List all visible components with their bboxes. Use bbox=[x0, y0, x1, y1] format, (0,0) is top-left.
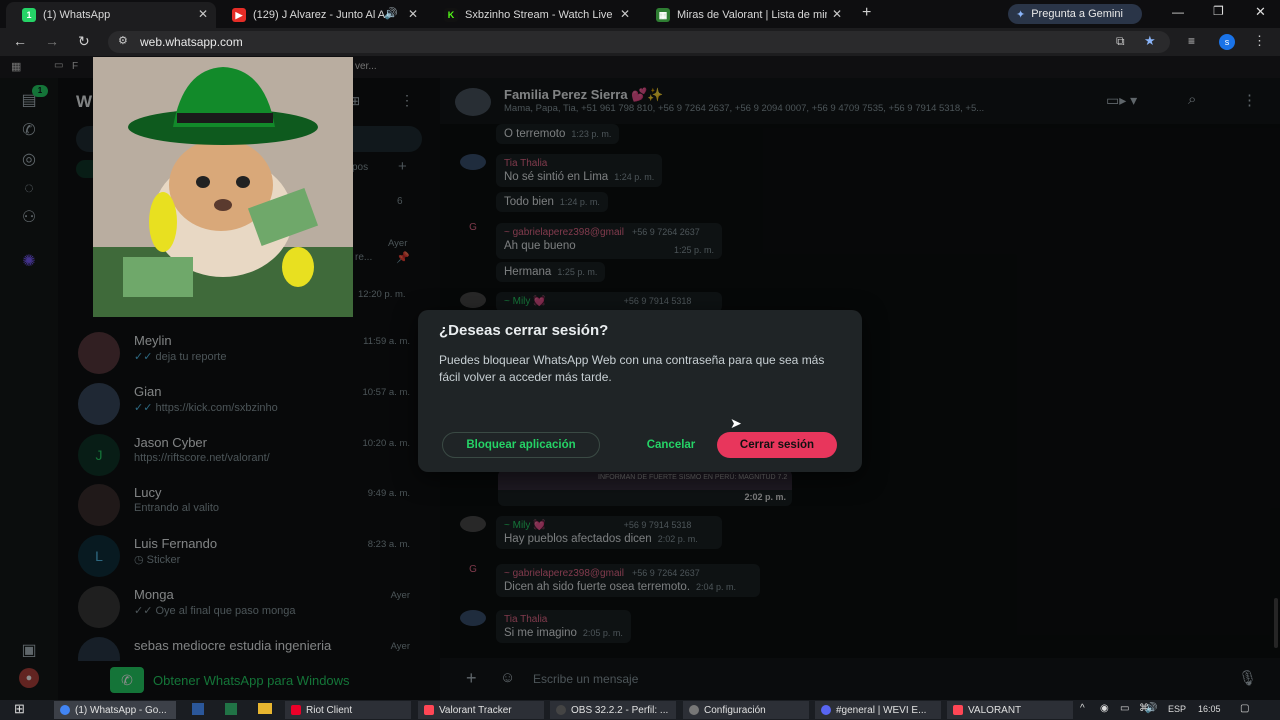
volume-icon[interactable]: 🔊 bbox=[1145, 703, 1157, 714]
tab-title: Sxbzinho Stream - Watch Live o bbox=[465, 9, 615, 21]
reload-icon[interactable]: ↻ bbox=[78, 33, 90, 50]
chihuahua-meme-overlay bbox=[93, 57, 353, 317]
chrome-icon bbox=[60, 705, 70, 715]
taskbar-item-settings[interactable]: Configuración bbox=[683, 701, 809, 719]
close-tab-icon[interactable]: ✕ bbox=[408, 7, 418, 21]
kick-favicon-icon: K bbox=[444, 8, 458, 22]
gemini-sparkle-icon: ✦ bbox=[1016, 8, 1026, 21]
close-tab-icon[interactable]: ✕ bbox=[832, 7, 842, 21]
chihuahua-meme-image bbox=[93, 57, 353, 317]
address-bar: ← → ↻ ⚙ web.whatsapp.com ⧉ ★ ≡ s ⋮ bbox=[0, 28, 1280, 56]
tracker-icon bbox=[424, 705, 434, 715]
youtube-favicon-icon: ▶ bbox=[232, 8, 246, 22]
clock[interactable]: 16:05 bbox=[1198, 704, 1221, 714]
riot-icon bbox=[291, 705, 301, 715]
start-menu-icon[interactable]: ⊞ bbox=[14, 701, 25, 717]
lock-app-button[interactable]: Bloquear aplicación bbox=[442, 432, 600, 458]
obs-icon bbox=[556, 705, 566, 715]
cast-icon[interactable]: ⧉ bbox=[1116, 34, 1125, 49]
dialog-title: ¿Deseas cerrar sesión? bbox=[439, 322, 609, 339]
taskbar-item-obs[interactable]: OBS 32.2.2 - Perfil: ... bbox=[550, 701, 676, 719]
taskbar-label: OBS 32.2.2 - Perfil: ... bbox=[571, 704, 669, 716]
taskbar-label: Riot Client bbox=[306, 704, 353, 716]
taskbar-item-valorant[interactable]: VALORANT bbox=[947, 701, 1073, 719]
forward-arrow-icon[interactable]: → bbox=[45, 33, 59, 49]
sheets-favicon-icon: ▦ bbox=[656, 8, 670, 22]
tab-title: (129) J Alvarez - Junto Al A bbox=[253, 9, 386, 21]
windows-taskbar: ⊞ (1) WhatsApp - Go... Riot Client Valor… bbox=[0, 700, 1280, 720]
file-explorer-icon[interactable] bbox=[258, 703, 272, 714]
back-arrow-icon[interactable]: ← bbox=[13, 33, 27, 49]
taskbar-label: Configuración bbox=[704, 704, 766, 716]
excel-icon[interactable] bbox=[225, 703, 237, 715]
browser-tab-bar: 1 (1) WhatsApp ✕ ▶ (129) J Alvarez - Jun… bbox=[0, 0, 1280, 28]
audio-playing-icon[interactable]: 🔊 bbox=[384, 7, 398, 20]
tray-overflow-icon[interactable]: ^ bbox=[1080, 703, 1085, 714]
taskbar-item-discord[interactable]: #general | WEVI E... bbox=[815, 701, 941, 719]
tab-whatsapp[interactable]: 1 (1) WhatsApp ✕ bbox=[6, 2, 216, 28]
profile-avatar[interactable]: s bbox=[1219, 34, 1235, 50]
tab-title: Miras de Valorant | Lista de mir bbox=[677, 9, 827, 21]
url-omnibox[interactable]: ⚙ web.whatsapp.com ⧉ ★ bbox=[108, 31, 1170, 53]
taskbar-item-riot[interactable]: Riot Client bbox=[285, 701, 411, 719]
valorant-icon bbox=[953, 705, 963, 715]
dialog-body: Puedes bloquear WhatsApp Web con una con… bbox=[439, 353, 825, 384]
taskbar-label: (1) WhatsApp - Go... bbox=[75, 704, 167, 716]
language-indicator[interactable]: ESP bbox=[1168, 704, 1186, 714]
settings-gear-icon bbox=[689, 705, 699, 715]
taskbar-label: #general | WEVI E... bbox=[836, 704, 927, 716]
close-tab-icon[interactable]: ✕ bbox=[198, 7, 208, 21]
discord-icon bbox=[821, 705, 831, 715]
maximize-icon[interactable]: ❐ bbox=[1213, 4, 1224, 18]
minimize-icon[interactable]: — bbox=[1172, 5, 1184, 19]
close-window-icon[interactable]: ✕ bbox=[1255, 4, 1266, 20]
tab-title: (1) WhatsApp bbox=[43, 9, 111, 21]
tray-app-icon[interactable]: ◉ bbox=[1100, 703, 1109, 714]
gemini-button[interactable]: ✦ Pregunta a Gemini bbox=[1008, 4, 1142, 24]
mouse-cursor-icon: ➤ bbox=[730, 415, 742, 431]
gemini-label: Pregunta a Gemini bbox=[1031, 8, 1123, 20]
battery-icon[interactable]: ▭ bbox=[1120, 703, 1129, 714]
media-control-icon[interactable]: ≡ bbox=[1188, 34, 1195, 48]
site-info-icon[interactable]: ⚙ bbox=[118, 34, 128, 47]
taskbar-label: Valorant Tracker bbox=[439, 704, 512, 716]
notifications-icon[interactable]: ▢ bbox=[1240, 703, 1249, 714]
taskbar-item-valorant-tracker[interactable]: Valorant Tracker bbox=[418, 701, 544, 719]
tab-youtube[interactable]: ▶ (129) J Alvarez - Junto Al A 🔊 ✕ bbox=[216, 2, 426, 28]
bookmark-star-icon[interactable]: ★ bbox=[1144, 33, 1156, 49]
new-tab-icon[interactable]: + bbox=[862, 4, 871, 22]
close-tab-icon[interactable]: ✕ bbox=[620, 7, 630, 21]
whatsapp-favicon-icon: 1 bbox=[22, 8, 36, 22]
url-text: web.whatsapp.com bbox=[140, 35, 243, 49]
logout-button[interactable]: Cerrar sesión bbox=[717, 432, 837, 458]
taskbar-label: VALORANT bbox=[968, 704, 1022, 716]
logout-dialog: ¿Deseas cerrar sesión? Puedes bloquear W… bbox=[418, 310, 862, 472]
browser-menu-icon[interactable]: ⋮ bbox=[1253, 33, 1266, 49]
cancel-button[interactable]: Cancelar bbox=[636, 432, 706, 458]
tab-kick[interactable]: K Sxbzinho Stream - Watch Live o ✕ bbox=[428, 2, 638, 28]
tab-valorant-crosshairs[interactable]: ▦ Miras de Valorant | Lista de mir ✕ bbox=[640, 2, 850, 28]
word-icon[interactable] bbox=[192, 703, 204, 715]
taskbar-item-whatsapp[interactable]: (1) WhatsApp - Go... bbox=[54, 701, 176, 719]
